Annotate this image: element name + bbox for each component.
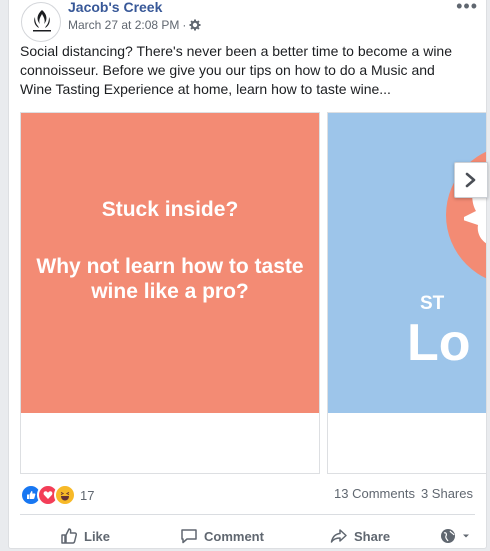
image-carousel[interactable]: Stuck inside? Why not learn how to taste… bbox=[20, 112, 486, 476]
haha-reaction-icon bbox=[54, 484, 76, 506]
carousel-slide[interactable]: Stuck inside? Why not learn how to taste… bbox=[20, 112, 320, 474]
post-text: Social distancing? There's never been a … bbox=[20, 43, 452, 97]
caret-down-icon bbox=[463, 534, 469, 538]
comments-count-link[interactable]: 13 Comments bbox=[334, 486, 415, 501]
more-options-icon[interactable]: ••• bbox=[456, 0, 478, 17]
comment-label: Comment bbox=[204, 528, 264, 544]
like-button[interactable]: Like bbox=[60, 527, 110, 545]
chevron-right-icon bbox=[465, 172, 476, 188]
shares-count-link[interactable]: 3 Shares bbox=[421, 486, 473, 501]
slide-image: Stuck inside? Why not learn how to taste… bbox=[21, 113, 319, 413]
slide-headline: Stuck inside? bbox=[101, 198, 239, 221]
slide-text-fragment: ST bbox=[420, 293, 445, 314]
page-name-link[interactable]: Jacob's Creek bbox=[68, 0, 162, 15]
globe-icon bbox=[441, 529, 455, 543]
carousel-next-button[interactable] bbox=[454, 162, 488, 198]
share-button[interactable]: Share bbox=[330, 527, 390, 545]
like-label: Like bbox=[84, 528, 111, 544]
meta-separator: · bbox=[182, 18, 187, 32]
engagement-stats: 13 Comments 3 Shares bbox=[334, 486, 473, 501]
reaction-count: 17 bbox=[80, 487, 95, 503]
gear-icon[interactable] bbox=[189, 19, 201, 31]
slide-subheadline: Why not learn how to taste wine like a p… bbox=[36, 255, 304, 303]
page-avatar[interactable] bbox=[21, 2, 61, 42]
post-timestamp[interactable]: March 27 at 2:08 PM bbox=[68, 18, 179, 32]
post-card: Jacob's Creek March 27 at 2:08 PM · ••• … bbox=[8, 0, 488, 551]
comment-button[interactable]: Comment bbox=[180, 527, 264, 545]
thumbs-up-icon bbox=[61, 528, 78, 544]
post-actions-bar: Like Comment Share bbox=[20, 521, 475, 551]
slide-image: ST Lo bbox=[328, 113, 486, 413]
comment-icon bbox=[181, 529, 197, 544]
share-label: Share bbox=[354, 528, 391, 544]
post-meta: March 27 at 2:08 PM · bbox=[68, 18, 201, 32]
audience-selector-button[interactable] bbox=[440, 528, 470, 544]
share-icon bbox=[330, 529, 347, 543]
jacobs-creek-logo-icon bbox=[33, 10, 51, 32]
actions-divider bbox=[20, 514, 475, 515]
slide-text-fragment-large: Lo bbox=[407, 314, 471, 372]
reaction-summary[interactable]: 17 bbox=[20, 484, 94, 506]
